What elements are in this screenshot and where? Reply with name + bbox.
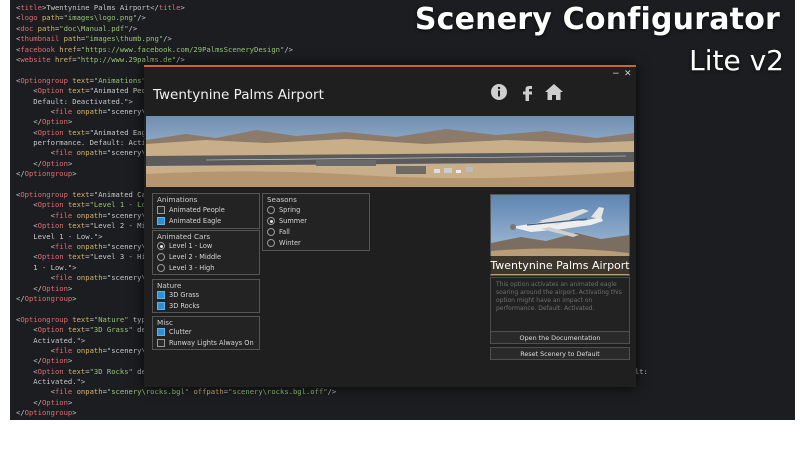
animated-people-label: Animated People <box>169 206 225 214</box>
fall-radio[interactable] <box>267 228 275 236</box>
misc-group: Misc Clutter Runway Lights Always On <box>152 316 260 350</box>
option-level-2[interactable]: Level 2 - Middle <box>157 252 221 262</box>
option-animated-eagle[interactable]: Animated Eagle <box>157 216 221 226</box>
winter-label: Winter <box>279 239 301 247</box>
level-3-radio[interactable] <box>157 264 165 272</box>
3d-rocks-label: 3D Rocks <box>169 302 200 310</box>
animated-eagle-label: Animated Eagle <box>169 217 222 225</box>
animations-title: Animations <box>157 195 198 204</box>
runway-lights-label: Runway Lights Always On <box>169 339 254 347</box>
home-icon[interactable] <box>544 83 564 101</box>
clutter-checkbox[interactable] <box>157 328 165 336</box>
level-2-radio[interactable] <box>157 253 165 261</box>
facebook-icon[interactable] <box>520 83 534 101</box>
animated-eagle-checkbox[interactable] <box>157 217 165 225</box>
code-line: </Option> <box>16 397 73 407</box>
spring-label: Spring <box>279 206 301 214</box>
option-runway-lights[interactable]: Runway Lights Always On <box>157 338 254 348</box>
option-3d-grass[interactable]: 3D Grass <box>157 290 199 300</box>
minimize-button[interactable]: − <box>612 69 620 79</box>
option-winter[interactable]: Winter <box>267 238 301 248</box>
animated-cars-title: Animated Cars <box>157 232 211 241</box>
seasons-group: Seasons Spring Summer Fall Winter <box>262 193 370 251</box>
code-line: <website href="http://www.29palms.de"/> <box>16 54 185 64</box>
option-fall[interactable]: Fall <box>267 227 290 237</box>
level-3-label: Level 3 - High <box>169 264 215 272</box>
summer-radio[interactable] <box>267 217 275 225</box>
code-line: </Optiongroup> <box>16 408 77 418</box>
nature-title: Nature <box>157 281 182 290</box>
summer-label: Summer <box>279 217 307 225</box>
option-clutter[interactable]: Clutter <box>157 327 192 337</box>
window-title: Twentynine Palms Airport <box>153 87 324 103</box>
runway-lights-checkbox[interactable] <box>157 339 165 347</box>
option-animated-people[interactable]: Animated People <box>157 205 225 215</box>
option-3d-rocks[interactable]: 3D Rocks <box>157 301 200 311</box>
animated-cars-group: Animated Cars Level 1 - Low Level 2 - Mi… <box>152 230 260 275</box>
misc-title: Misc <box>157 318 173 327</box>
hero-subtitle: Lite v2 <box>689 44 784 77</box>
code-line: <facebook href="https://www.facebook.com… <box>16 44 293 54</box>
info-icon[interactable] <box>490 83 508 101</box>
seasons-title: Seasons <box>267 195 297 204</box>
code-line: <file onpath="scenery\rocks.bgl" offpath… <box>16 387 337 397</box>
3d-grass-label: 3D Grass <box>169 291 200 299</box>
option-level-1[interactable]: Level 1 - Low <box>157 241 212 251</box>
level-1-radio[interactable] <box>157 242 165 250</box>
open-documentation-button[interactable]: Open the Documentation <box>490 331 630 344</box>
animations-group: Animations Animated People Animated Eagl… <box>152 193 260 229</box>
app-window: − ✕ Twentynine Palms Airport Animations … <box>144 65 636 387</box>
preview-caption: Twentynine Palms Airport <box>490 256 630 274</box>
3d-rocks-checkbox[interactable] <box>157 302 165 310</box>
winter-radio[interactable] <box>267 239 275 247</box>
option-summer[interactable]: Summer <box>267 216 307 226</box>
airport-panorama-image <box>146 116 634 187</box>
option-description: This option activates an animated eagle … <box>490 277 630 333</box>
fall-label: Fall <box>279 228 290 236</box>
close-button[interactable]: ✕ <box>624 69 632 79</box>
animated-people-checkbox[interactable] <box>157 206 165 214</box>
reset-scenery-button[interactable]: Reset Scenery to Default <box>490 347 630 360</box>
option-level-3[interactable]: Level 3 - High <box>157 263 214 273</box>
spring-radio[interactable] <box>267 206 275 214</box>
clutter-label: Clutter <box>169 328 192 336</box>
level-2-label: Level 2 - Middle <box>169 253 222 261</box>
nature-group: Nature 3D Grass 3D Rocks <box>152 279 260 313</box>
level-1-label: Level 1 - Low <box>169 242 213 250</box>
3d-grass-checkbox[interactable] <box>157 291 165 299</box>
hero-title: Scenery Configurator <box>414 2 780 37</box>
option-spring[interactable]: Spring <box>267 205 300 215</box>
